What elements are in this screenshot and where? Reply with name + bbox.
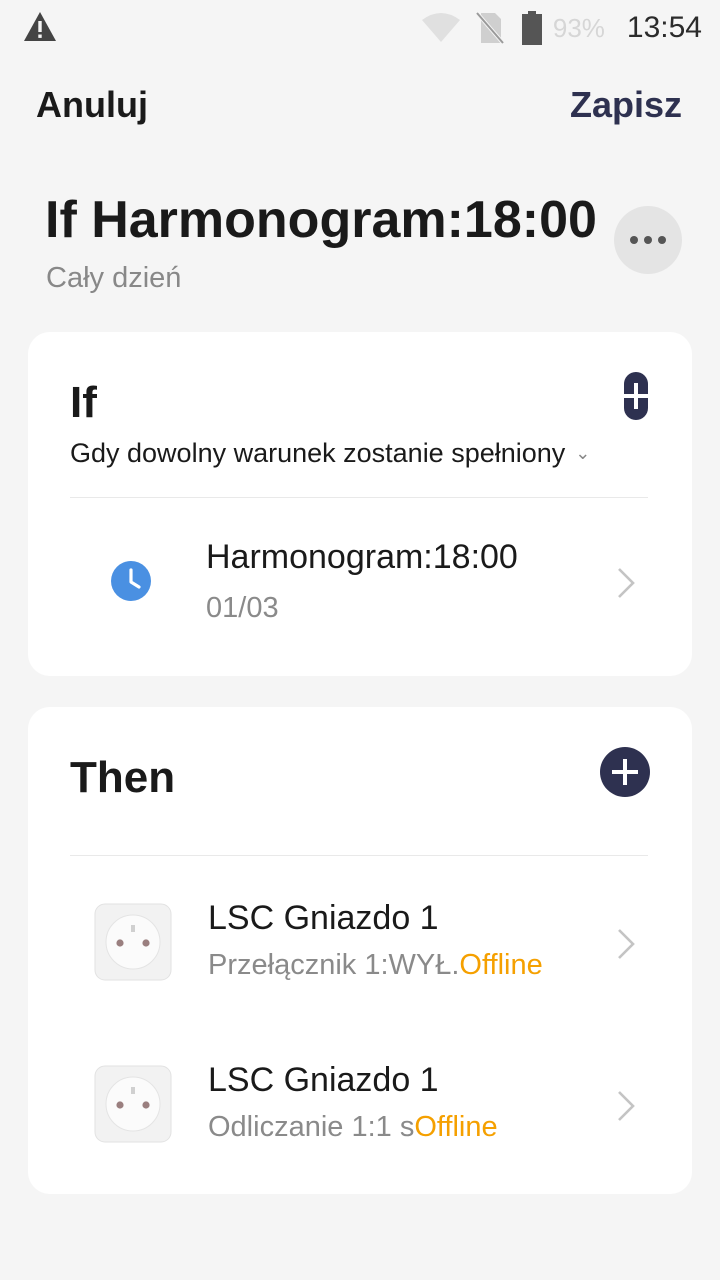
more-dots-icon: [630, 236, 638, 244]
action-device-name: LSC Gniazdo 1: [208, 1061, 439, 1099]
action-description: Przełącznik 1:WYŁ.Offline: [208, 949, 543, 982]
save-button[interactable]: Zapisz: [570, 84, 682, 126]
action-detail: Przełącznik 1:WYŁ.: [208, 949, 460, 981]
offline-status: Offline: [459, 949, 543, 981]
add-condition-button[interactable]: [624, 372, 648, 420]
clock-icon: [111, 561, 151, 601]
divider: [70, 855, 648, 856]
status-bar: 93% 13:54: [0, 0, 720, 56]
condition-title: Harmonogram:18:00: [206, 538, 518, 576]
action-description: Odliczanie 1:1 sOffline: [208, 1111, 498, 1144]
chevron-right-icon: [618, 1091, 635, 1121]
then-heading: Then: [70, 753, 176, 802]
condition-item[interactable]: Harmonogram:18:00 01/03: [28, 522, 692, 642]
if-heading: If: [70, 378, 97, 427]
clock-time: 13:54: [626, 11, 702, 44]
cancel-button[interactable]: Anuluj: [36, 84, 148, 126]
condition-subtitle: 01/03: [206, 592, 279, 624]
offline-status: Offline: [414, 1111, 498, 1143]
more-dot: [644, 236, 652, 244]
action-item[interactable]: LSC Gniazdo 1 Przełącznik 1:WYŁ.Offline: [28, 893, 692, 1017]
wifi-icon: [421, 13, 460, 42]
scene-title[interactable]: If Harmonogram:18:00: [45, 190, 605, 250]
no-sim-icon: [475, 11, 505, 45]
action-item[interactable]: LSC Gniazdo 1 Odliczanie 1:1 sOffline: [28, 1055, 692, 1179]
then-card: Then LSC Gniazdo 1 Przełącznik 1:WYŁ.Off…: [28, 707, 692, 1194]
action-detail: Odliczanie 1:1 s: [208, 1111, 415, 1143]
battery-percent: 93%: [552, 12, 605, 43]
scene-schedule-subtitle[interactable]: Cały dzień: [46, 262, 181, 295]
chevron-down-icon: ⌄: [575, 443, 591, 463]
condition-mode-select[interactable]: Gdy dowolny warunek zostanie spełniony ⌄: [70, 438, 590, 469]
add-action-button[interactable]: [600, 747, 650, 797]
warning-icon: [24, 12, 56, 41]
more-dot: [658, 236, 666, 244]
battery-icon: [521, 11, 542, 45]
action-device-name: LSC Gniazdo 1: [208, 899, 439, 937]
divider: [70, 497, 648, 498]
if-card: If Gdy dowolny warunek zostanie spełnion…: [28, 332, 692, 676]
chevron-right-icon: [618, 568, 635, 598]
more-options-button[interactable]: [614, 206, 682, 274]
condition-mode-label: Gdy dowolny warunek zostanie spełniony: [70, 438, 566, 468]
chevron-right-icon: [618, 929, 635, 959]
smart-plug-icon: [94, 1065, 172, 1143]
smart-plug-icon: [94, 903, 172, 981]
